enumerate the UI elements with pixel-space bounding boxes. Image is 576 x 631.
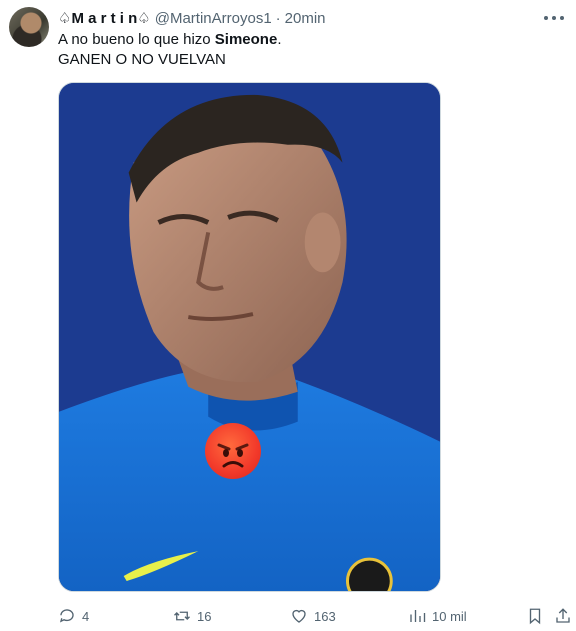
- views-icon: [410, 610, 426, 622]
- reply-count: 4: [82, 608, 90, 624]
- heart-icon: [292, 609, 306, 623]
- tweet-media-image[interactable]: [58, 82, 441, 592]
- more-dots-icon[interactable]: [544, 10, 564, 26]
- tweet-text-line-2: GANEN O NO VUELVAN: [58, 51, 226, 68]
- share-icon: [556, 608, 570, 623]
- like-button[interactable]: 163: [290, 605, 336, 627]
- reply-button[interactable]: 4: [58, 605, 89, 627]
- text-plain: A no bueno lo que hizo: [58, 31, 215, 48]
- share-button[interactable]: [554, 605, 572, 627]
- avatar[interactable]: [9, 7, 49, 47]
- bookmark-button[interactable]: [526, 605, 544, 627]
- timestamp[interactable]: 20min: [285, 10, 326, 27]
- text-punct: .: [277, 31, 282, 48]
- retweet-icon: [174, 611, 190, 621]
- player-photo: [59, 83, 440, 591]
- author-handle[interactable]: @MartinArroyos1: [155, 10, 272, 27]
- retweet-button[interactable]: 16: [173, 605, 211, 627]
- tweet-text: A no bueno lo que hizo Simeone. GANEN O …: [58, 30, 282, 70]
- reply-icon: [59, 609, 74, 623]
- tweet-text-line-1: A no bueno lo que hizo Simeone.: [58, 30, 282, 50]
- like-count: 163: [314, 608, 336, 624]
- views-count: 10 mil: [432, 608, 467, 624]
- tweet[interactable]: ♤M a r t i n♤ @MartinArroyos1 · 20min A …: [0, 0, 576, 631]
- tweet-actions: 4 16 163 10 mil: [58, 605, 570, 627]
- bookmark-icon: [529, 608, 541, 625]
- views-button[interactable]: 10 mil: [408, 605, 467, 627]
- angry-face-emoji: [205, 423, 261, 479]
- text-bold-mention: Simeone: [214, 31, 278, 48]
- separator: ·: [275, 9, 281, 27]
- retweet-count: 16: [197, 608, 212, 624]
- tweet-header: ♤M a r t i n♤ @MartinArroyos1 · 20min: [58, 8, 326, 28]
- author-name[interactable]: ♤M a r t i n♤: [58, 9, 151, 27]
